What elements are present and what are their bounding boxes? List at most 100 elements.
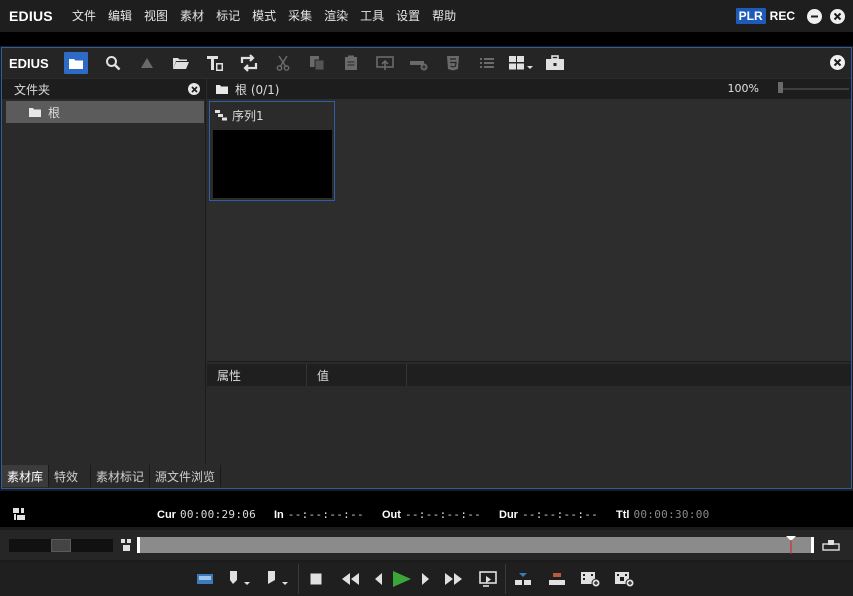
rewind-button[interactable] xyxy=(333,564,367,594)
menu-render[interactable]: 渲染 xyxy=(318,0,354,32)
clip-view-header: 根 (0/1) 100% xyxy=(207,79,851,99)
insert-to-timeline-button[interactable] xyxy=(506,564,540,594)
export-sequence-button[interactable] xyxy=(574,564,608,594)
cur-timecode: Cur 00:00:29:06 xyxy=(157,508,256,521)
up-folder-icon xyxy=(141,58,153,68)
toggle-source-button[interactable] xyxy=(188,564,222,594)
folder-view-button[interactable] xyxy=(64,52,88,74)
overwrite-icon xyxy=(549,573,565,585)
insert-icon xyxy=(515,573,531,585)
film-add-icon xyxy=(581,572,601,588)
toolbox-icon xyxy=(546,55,564,70)
sync-button[interactable] xyxy=(232,48,266,78)
close-icon xyxy=(190,85,198,93)
menu-view[interactable]: 视图 xyxy=(138,0,174,32)
clip-thumbnail xyxy=(213,130,332,198)
app-logo: EDIUS xyxy=(9,8,53,24)
bin-toolbar: EDIUS xyxy=(2,48,851,78)
cut-icon xyxy=(276,55,290,71)
ttl-value: 00:00:30:00 xyxy=(633,508,710,521)
value-column-header[interactable]: 值 xyxy=(307,364,407,386)
close-icon xyxy=(833,12,842,20)
tab-bin[interactable]: 素材库 xyxy=(2,465,50,487)
timecode-settings-icon xyxy=(13,508,25,520)
paste-icon xyxy=(345,55,357,70)
out-timecode: Out --:--:--:-- xyxy=(382,508,481,521)
shuttle-knob[interactable] xyxy=(51,539,71,552)
html5-button[interactable] xyxy=(436,48,470,78)
clip-title-row: 序列1 xyxy=(210,102,334,128)
zoom-slider-knob[interactable] xyxy=(778,82,783,93)
menu-tools[interactable]: 工具 xyxy=(354,0,390,32)
menu-settings[interactable]: 设置 xyxy=(390,0,426,32)
zoom-level: 100% xyxy=(727,82,759,95)
thumbnail-view-icon xyxy=(509,56,533,70)
menu-mode[interactable]: 模式 xyxy=(246,0,282,32)
tab-effects[interactable]: 特效 xyxy=(49,465,92,487)
property-column-header[interactable]: 属性 xyxy=(207,364,307,386)
menu-file[interactable]: 文件 xyxy=(66,0,102,32)
folder-panel-title: 文件夹 xyxy=(14,82,51,97)
scrub-row xyxy=(0,530,853,560)
clip-item[interactable]: 序列1 xyxy=(209,101,335,201)
folder-view-icon xyxy=(69,58,83,69)
dur-label: Dur xyxy=(499,508,518,521)
play-button[interactable] xyxy=(389,564,415,594)
sequence-icon xyxy=(215,110,227,121)
up-folder-button[interactable] xyxy=(130,48,164,78)
open-folder-icon xyxy=(173,58,189,69)
menu-capture[interactable]: 采集 xyxy=(282,0,318,32)
close-icon xyxy=(833,58,842,67)
stop-button[interactable] xyxy=(299,564,333,594)
monitor-icon xyxy=(197,574,213,584)
fast-forward-button[interactable] xyxy=(437,564,471,594)
loop-play-button[interactable] xyxy=(471,564,505,594)
set-in-button[interactable] xyxy=(222,564,260,594)
bin-close-button[interactable] xyxy=(830,55,845,70)
rec-mode-button[interactable]: REC xyxy=(770,9,795,23)
step-forward-button[interactable] xyxy=(415,564,437,594)
set-out-button[interactable] xyxy=(260,564,298,594)
close-button[interactable] xyxy=(830,8,845,24)
tab-source-browser[interactable]: 源文件浏览 xyxy=(150,465,222,487)
folder-panel-close-button[interactable] xyxy=(188,83,200,95)
shuttle-slider[interactable] xyxy=(9,539,113,552)
open-folder-button[interactable] xyxy=(164,48,198,78)
player-preview-strip xyxy=(0,32,853,46)
folder-tree-root[interactable]: 根 xyxy=(6,101,204,123)
add-title-button[interactable] xyxy=(198,48,232,78)
add-to-timeline-button[interactable] xyxy=(402,48,436,78)
thumbnail-view-button[interactable] xyxy=(504,48,538,78)
zoom-slider[interactable] xyxy=(778,82,849,93)
cur-label: Cur xyxy=(157,508,176,521)
minimize-button[interactable] xyxy=(807,8,822,24)
menu-clip[interactable]: 素材 xyxy=(174,0,210,32)
menu-marker[interactable]: 标记 xyxy=(210,0,246,32)
export-clip-button[interactable] xyxy=(608,564,642,594)
plr-mode-button[interactable]: PLR xyxy=(735,8,766,24)
play-icon xyxy=(393,571,411,587)
paste-button[interactable] xyxy=(334,48,368,78)
cut-button[interactable] xyxy=(266,48,300,78)
loop-marker-icon xyxy=(121,539,131,551)
rewind-icon xyxy=(342,573,359,585)
toolbox-button[interactable] xyxy=(538,48,572,78)
search-button[interactable] xyxy=(96,48,130,78)
playhead-marker[interactable] xyxy=(786,536,796,554)
menu-edit[interactable]: 编辑 xyxy=(102,0,138,32)
in-label: In xyxy=(274,508,284,521)
position-scrubber[interactable] xyxy=(137,536,814,554)
timecode-bar: Cur 00:00:29:06 In --:--:--:-- Out --:--… xyxy=(0,491,853,527)
step-back-button[interactable] xyxy=(367,564,389,594)
folder-icon xyxy=(216,84,228,94)
menu-help[interactable]: 帮助 xyxy=(426,0,462,32)
copy-button[interactable] xyxy=(300,48,334,78)
overwrite-to-timeline-button[interactable] xyxy=(540,564,574,594)
send-to-player-button[interactable] xyxy=(368,48,402,78)
list-view-button[interactable] xyxy=(470,48,504,78)
step-back-icon xyxy=(375,573,382,585)
folder-panel: 文件夹 根 xyxy=(2,79,206,464)
edius-window: EDIUS 文件 编辑 视图 素材 标记 模式 采集 渲染 工具 设置 帮助 P… xyxy=(0,0,853,596)
bin-logo: EDIUS xyxy=(9,55,49,71)
tab-clip-markers[interactable]: 素材标记 xyxy=(91,465,151,487)
